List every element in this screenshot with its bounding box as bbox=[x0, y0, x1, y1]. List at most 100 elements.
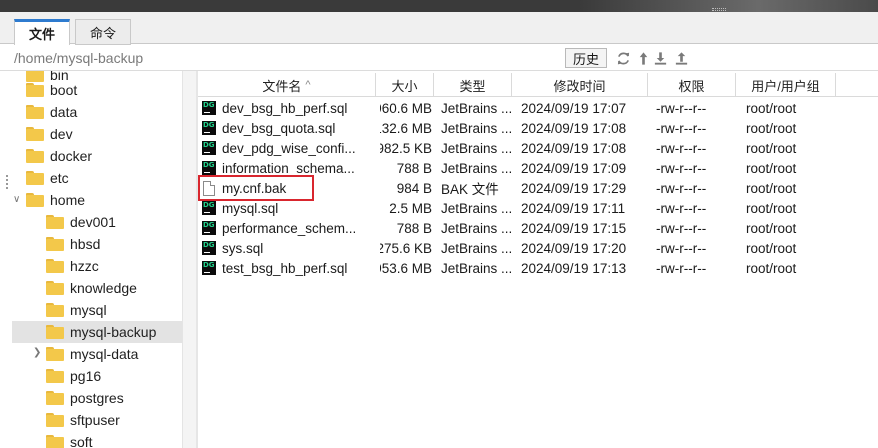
file-owner: root/root bbox=[746, 200, 797, 216]
file-size: 2.5 MB bbox=[389, 200, 432, 216]
folder-icon bbox=[46, 215, 64, 229]
tree-item-dev001[interactable]: dev001 bbox=[46, 211, 182, 233]
file-owner: root/root bbox=[746, 100, 797, 116]
tree-item-mysql[interactable]: mysql bbox=[46, 299, 182, 321]
file-size: 788 B bbox=[396, 160, 432, 176]
file-permission: -rw-r--r-- bbox=[656, 220, 707, 236]
file-size: 132.6 MB bbox=[380, 120, 432, 136]
file-mtime: 2024/09/19 17:11 bbox=[521, 200, 626, 216]
file-permission: -rw-r--r-- bbox=[656, 100, 707, 116]
sort-ascending-icon: ^ bbox=[305, 79, 311, 91]
column-header-owner[interactable]: 用户/用户组 bbox=[736, 73, 836, 97]
tree-item-etc[interactable]: etc bbox=[26, 167, 182, 189]
tree-item-label: postgres bbox=[70, 390, 124, 406]
upload-icon[interactable] bbox=[674, 51, 689, 66]
tree-item-label: dev bbox=[50, 126, 73, 142]
tree-item-label: docker bbox=[50, 148, 93, 164]
file-mtime: 2024/09/19 17:08 bbox=[521, 140, 627, 156]
table-row[interactable]: dev_bsg_hb_perf.sql 960.6 MB JetBrains .… bbox=[198, 98, 878, 118]
file-type: JetBrains ... bbox=[441, 120, 511, 136]
file-mtime: 2024/09/19 17:29 bbox=[521, 180, 627, 196]
file-permission: -rw-r--r-- bbox=[656, 240, 707, 256]
file-type: JetBrains ... bbox=[441, 140, 511, 156]
path-input[interactable] bbox=[14, 47, 554, 69]
column-header-name[interactable]: 文件名 ^ bbox=[198, 73, 376, 97]
refresh-icon[interactable] bbox=[616, 51, 631, 66]
folder-icon bbox=[46, 303, 64, 317]
table-row[interactable]: sys.sql 275.6 KB JetBrains ... 2024/09/1… bbox=[198, 238, 878, 258]
file-size: 275.6 KB bbox=[380, 240, 432, 256]
folder-icon bbox=[46, 413, 64, 427]
file-permission: -rw-r--r-- bbox=[656, 180, 707, 196]
tree-item-boot[interactable]: boot bbox=[26, 79, 182, 101]
file-name: performance_schem... bbox=[222, 220, 357, 236]
file-size: 982.5 KB bbox=[380, 140, 432, 156]
tree-item-knowledge[interactable]: knowledge bbox=[46, 277, 182, 299]
folder-icon bbox=[26, 171, 44, 185]
file-name: mysql.sql bbox=[222, 200, 279, 216]
tree-item-hbsd[interactable]: hbsd bbox=[46, 233, 182, 255]
file-type: JetBrains ... bbox=[441, 260, 511, 276]
folder-icon bbox=[46, 391, 64, 405]
file-owner: root/root bbox=[746, 240, 797, 256]
tree-item-mysql-data[interactable]: mysql-data bbox=[46, 343, 182, 365]
datagrip-icon bbox=[202, 101, 216, 115]
folder-icon bbox=[46, 347, 64, 361]
folder-icon bbox=[46, 325, 64, 339]
tree-item-dev[interactable]: dev bbox=[26, 123, 182, 145]
table-row[interactable]: mysql.sql 2.5 MB JetBrains ... 2024/09/1… bbox=[198, 198, 878, 218]
tree-item-label: etc bbox=[50, 170, 69, 186]
file-permission: -rw-r--r-- bbox=[656, 200, 707, 216]
tree-item-docker[interactable]: docker bbox=[26, 145, 182, 167]
chevron-right-icon[interactable]: ❯ bbox=[33, 347, 41, 358]
tree-item-home[interactable]: home bbox=[26, 189, 182, 211]
table-row[interactable]: performance_schem... 788 B JetBrains ...… bbox=[198, 218, 878, 238]
tree-item-label: hbsd bbox=[70, 236, 101, 252]
tree-item-label: knowledge bbox=[70, 280, 137, 296]
tree-item-pg16[interactable]: pg16 bbox=[46, 365, 182, 387]
file-name: dev_bsg_hb_perf.sql bbox=[222, 100, 348, 116]
up-icon[interactable] bbox=[636, 51, 651, 66]
datagrip-icon bbox=[202, 261, 216, 275]
file-size: 984 B bbox=[396, 180, 432, 196]
tree-item-label: mysql bbox=[70, 302, 107, 318]
file-type: JetBrains ... bbox=[441, 100, 511, 116]
file-owner: root/root bbox=[746, 120, 797, 136]
tree-item-soft[interactable]: soft bbox=[46, 431, 182, 448]
tree-item-sftpuser[interactable]: sftpuser bbox=[46, 409, 182, 431]
table-row[interactable]: dev_pdg_wise_confi... 982.5 KB JetBrains… bbox=[198, 138, 878, 158]
tree-item-data[interactable]: data bbox=[26, 101, 182, 123]
drag-handle-dots[interactable] bbox=[712, 8, 726, 11]
download-icon[interactable] bbox=[653, 51, 668, 66]
file-mtime: 2024/09/19 17:20 bbox=[521, 240, 627, 256]
column-header-type[interactable]: 类型 bbox=[434, 73, 512, 97]
column-header-size[interactable]: 大小 bbox=[376, 73, 434, 97]
tree-item-label: soft bbox=[70, 434, 93, 448]
datagrip-icon bbox=[202, 121, 216, 135]
folder-icon bbox=[46, 259, 64, 273]
table-row[interactable]: dev_bsg_quota.sql 132.6 MB JetBrains ...… bbox=[198, 118, 878, 138]
datagrip-icon bbox=[202, 241, 216, 255]
column-header-permission[interactable]: 权限 bbox=[648, 73, 736, 97]
folder-icon bbox=[46, 237, 64, 251]
directory-tree[interactable]: bin boot data dev docker etc ∨ home dev0… bbox=[0, 71, 196, 448]
tab-command[interactable]: 命令 bbox=[75, 19, 131, 45]
datagrip-icon bbox=[202, 161, 216, 175]
column-header-mtime[interactable]: 修改时间 bbox=[512, 73, 648, 97]
tree-item-hzzc[interactable]: hzzc bbox=[46, 255, 182, 277]
tree-scrollbar[interactable] bbox=[182, 71, 196, 448]
table-row[interactable]: information_schema... 788 B JetBrains ..… bbox=[198, 158, 878, 178]
tree-item-mysql-backup[interactable]: mysql-backup bbox=[12, 321, 182, 343]
file-owner: root/root bbox=[746, 220, 797, 236]
file-name: test_bsg_hb_perf.sql bbox=[222, 260, 348, 276]
tree-item-label: home bbox=[50, 192, 86, 208]
file-mtime: 2024/09/19 17:09 bbox=[521, 160, 627, 176]
table-row[interactable]: my.cnf.bak 984 B BAK 文件 2024/09/19 17:29… bbox=[198, 178, 878, 198]
chevron-down-icon[interactable]: ∨ bbox=[13, 194, 20, 205]
tree-item-postgres[interactable]: postgres bbox=[46, 387, 182, 409]
table-row[interactable]: test_bsg_hb_perf.sql 953.6 MB JetBrains … bbox=[198, 258, 878, 278]
panel-resize-grip[interactable] bbox=[6, 175, 9, 189]
history-button[interactable]: 历史 bbox=[565, 48, 607, 68]
file-owner: root/root bbox=[746, 180, 797, 196]
tab-file[interactable]: 文件 bbox=[14, 19, 70, 46]
